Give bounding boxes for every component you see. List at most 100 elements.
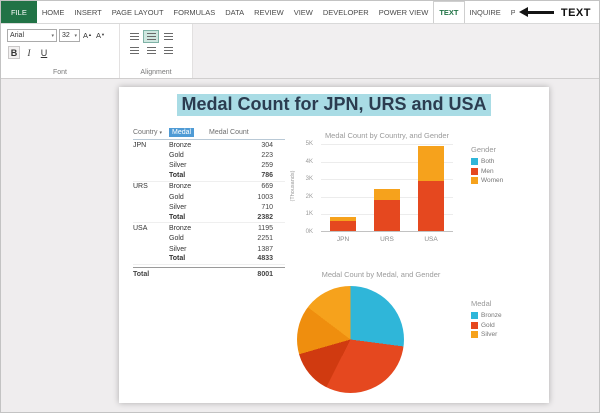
ribbon-tabs: FILE HOME INSERT PAGE LAYOUT FORMULAS DATA REV… xyxy=(1,1,599,24)
excel-window: FILE HOME INSERT PAGE LAYOUT FORMULAS DATA REV… xyxy=(0,0,600,413)
underline-button[interactable]: U xyxy=(38,46,50,59)
column-header-medal-cell: Medal xyxy=(169,128,209,137)
legend-item-bronze[interactable]: Bronze xyxy=(471,311,502,321)
font-name-value: Arial xyxy=(10,32,25,39)
tab-insert[interactable]: INSERT xyxy=(69,1,106,23)
grand-total-label: Total xyxy=(133,270,150,278)
alignment-group: Alignment xyxy=(119,24,192,78)
legend-swatch xyxy=(471,312,478,320)
tab-text[interactable]: TEXT xyxy=(433,1,465,23)
grand-total-row: Total 8001 xyxy=(133,266,285,278)
bar-segment-men[interactable] xyxy=(418,180,444,231)
bar-segment-women[interactable] xyxy=(374,189,400,201)
align-center-button[interactable] xyxy=(143,44,159,57)
align-top-icon xyxy=(129,33,139,40)
table-row: Gold 1003 xyxy=(169,193,273,201)
tab-developer[interactable]: DEVELOPER xyxy=(318,1,374,23)
bar-urs[interactable] xyxy=(374,189,400,231)
filter-dropdown-icon[interactable]: ▾ xyxy=(160,130,163,136)
text-annotation: TEXT xyxy=(514,3,595,22)
alignment-buttons xyxy=(126,30,188,57)
column-header-country[interactable]: Country ▾ xyxy=(133,129,169,136)
bar-usa[interactable] xyxy=(418,145,444,231)
powerview-canvas: Medal Count for JPN, URS and USA Country… xyxy=(119,87,549,403)
align-bottom-button[interactable] xyxy=(160,30,176,43)
y-tick-label: 0K xyxy=(305,229,313,235)
table-row: URS Bronze 669 xyxy=(133,183,273,191)
font-name-combo[interactable]: Arial ▾ xyxy=(7,29,57,42)
tab-page-layout[interactable]: PAGE LAYOUT xyxy=(107,1,169,23)
font-size-value: 32 xyxy=(62,32,70,39)
font-size-combo[interactable]: 32 ▾ xyxy=(59,29,80,42)
y-tick-label: 1K xyxy=(305,211,313,218)
font-group-label: Font xyxy=(52,69,67,76)
tab-formulas[interactable]: FORMULAS xyxy=(169,1,221,23)
column-header-medal-count[interactable]: Medal Count xyxy=(209,129,285,136)
legend-item-both[interactable]: Both xyxy=(471,157,503,167)
legend-swatch xyxy=(471,321,478,329)
x-tick-label: URS xyxy=(380,236,394,243)
table-row: JPN Bronze 304 xyxy=(133,141,273,149)
bar-chart-x-labels: JPN URS USA xyxy=(321,236,453,243)
ribbon-groups: Arial ▾ 32 ▾ A ▲ A ▼ B I U Font Alignmen… xyxy=(1,24,193,78)
tab-home[interactable]: HOME xyxy=(37,1,70,23)
grow-font-button[interactable]: A ▲ xyxy=(82,30,93,41)
alignment-group-label: Alignment xyxy=(140,69,172,76)
align-left-button[interactable] xyxy=(126,44,142,57)
bar-segment-men[interactable] xyxy=(374,200,400,231)
shrink-font-button[interactable]: A ▼ xyxy=(95,30,106,41)
tab-power-view[interactable]: POWER VIEW xyxy=(374,1,434,23)
bold-button[interactable]: B xyxy=(8,46,20,59)
pie-legend-items: Bronze Gold Silver xyxy=(471,311,502,340)
pie-legend-title: Medal xyxy=(471,299,492,308)
align-top-button[interactable] xyxy=(126,30,142,43)
y-tick-label: 5K xyxy=(305,141,313,147)
tab-data[interactable]: DATA xyxy=(220,1,249,23)
down-caret-icon: ▼ xyxy=(101,32,105,37)
legend-item-men[interactable]: Men xyxy=(471,167,503,177)
legend-swatch xyxy=(471,177,478,185)
pie-chart[interactable] xyxy=(297,286,404,393)
align-middle-button[interactable] xyxy=(143,30,159,43)
legend-swatch xyxy=(471,158,478,166)
gridline xyxy=(321,144,453,145)
tab-view[interactable]: VIEW xyxy=(289,1,318,23)
bar-chart-title: Medal Count by Country, and Gender xyxy=(324,131,450,140)
align-right-icon xyxy=(163,47,173,54)
align-middle-icon xyxy=(146,33,156,40)
table-row: USA Bronze 1195 xyxy=(133,224,273,232)
legend-item-silver[interactable]: Silver xyxy=(471,330,502,340)
table-group-total-row: Total 2382 xyxy=(133,213,285,224)
legend-item-women[interactable]: Women xyxy=(471,176,503,186)
tab-inquire[interactable]: INQUIRE xyxy=(465,1,506,23)
bar-chart[interactable] xyxy=(321,144,453,232)
bar-chart-legend: Gender Both Men Women xyxy=(471,145,503,186)
medal-table: Country ▾ Medal Medal Count JPN Bronze 304 G… xyxy=(133,127,285,278)
table-row: Gold 223 xyxy=(169,152,273,160)
bar-segment-women[interactable] xyxy=(418,145,444,181)
chevron-down-icon: ▾ xyxy=(74,32,77,39)
y-tick-label: 3K xyxy=(305,176,313,183)
annotation-label: TEXT xyxy=(560,6,591,19)
tab-review[interactable]: REVIEW xyxy=(249,1,289,23)
table-group-total-row: Total 786 xyxy=(133,171,285,182)
legend-swatch xyxy=(471,167,478,175)
column-header-medal[interactable]: Medal xyxy=(169,128,195,137)
bar-segment-men[interactable] xyxy=(330,221,356,231)
align-center-icon xyxy=(146,47,156,54)
ribbon: Arial ▾ 32 ▾ A ▲ A ▼ B I U Font Alignmen… xyxy=(1,24,599,79)
medal-table-body: JPN Bronze 304 Gold 223 Silver 259 Total 786 URS B… xyxy=(133,140,285,265)
legend-item-gold[interactable]: Gold xyxy=(471,321,502,331)
align-right-button[interactable] xyxy=(160,44,176,57)
bar-chart-y-ticks: 5K 4K 3K 2K 1K 0K xyxy=(295,141,315,238)
legend-swatch xyxy=(471,331,478,339)
italic-button[interactable]: I xyxy=(23,46,35,59)
bar-legend-items: Both Men Women xyxy=(471,157,503,186)
table-header-row: Country ▾ Medal Medal Count xyxy=(133,127,285,140)
tab-file[interactable]: FILE xyxy=(1,1,37,23)
bar-jpn[interactable] xyxy=(330,217,356,231)
table-group-total-row: Total 4833 xyxy=(133,254,285,265)
report-title[interactable]: Medal Count for JPN, URS and USA xyxy=(177,94,491,116)
x-tick-label: USA xyxy=(424,236,438,243)
y-tick-label: 2K xyxy=(305,193,313,200)
